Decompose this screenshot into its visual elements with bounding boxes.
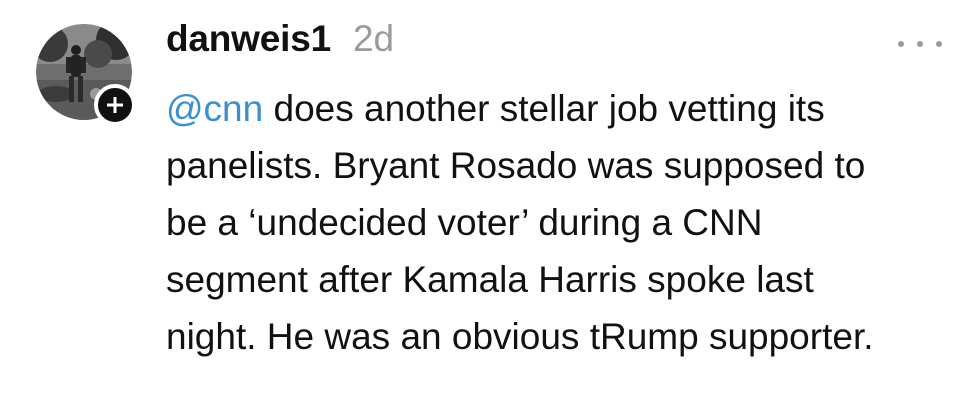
plus-icon: [107, 97, 123, 113]
more-horizontal-icon: [917, 41, 923, 47]
post-card: danweis1 2d @cnn does another stellar jo…: [0, 0, 980, 407]
post-text-line: panelists. Bryant Rosado was supposed to: [166, 145, 866, 186]
avatar-container[interactable]: [36, 24, 136, 126]
post-text: @cnn does another stellar job vetting it…: [166, 80, 966, 365]
post-header: danweis1 2d: [166, 18, 394, 68]
mention-link[interactable]: @cnn: [166, 88, 263, 129]
more-horizontal-icon: [898, 41, 904, 47]
post-text-segment: does another stellar job vetting its: [263, 88, 825, 129]
timestamp: 2d: [352, 18, 395, 59]
more-horizontal-icon: [936, 41, 942, 47]
post-text-line: night. He was an obvious tRump supporter…: [166, 316, 874, 357]
more-options-button[interactable]: [898, 34, 942, 54]
username[interactable]: danweis1: [166, 18, 331, 60]
follow-button[interactable]: [94, 84, 136, 126]
post-text-line: segment after Kamala Harris spoke last: [166, 259, 814, 300]
post-text-line: be a ‘undecided voter’ during a CNN: [166, 202, 763, 243]
post-text-line: @cnn does another stellar job vetting it…: [166, 80, 966, 137]
